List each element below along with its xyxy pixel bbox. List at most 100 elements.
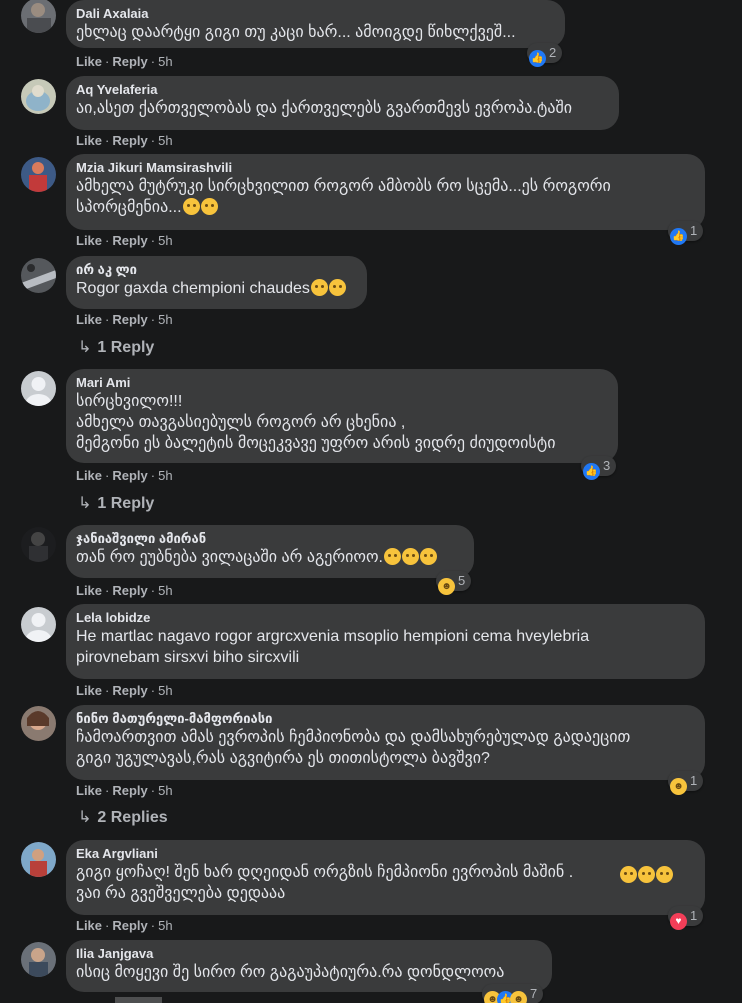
- timestamp[interactable]: 5h: [158, 783, 172, 798]
- separator: ·: [150, 468, 156, 483]
- comment-actions: Like · Reply · 5h: [76, 312, 173, 328]
- comment-text: თან რო ეუბნება ვილაცაში არ აგერიოო.: [76, 547, 464, 568]
- comment-bubble: Ilia Janjgava ისიც მოყევი შე სირო რო გაგ…: [66, 940, 552, 992]
- reaction-summary[interactable]: ☻ 1: [668, 771, 704, 795]
- reaction-summary[interactable]: ♥ 1: [668, 906, 704, 930]
- avatar[interactable]: [21, 157, 56, 192]
- like-button[interactable]: Like: [76, 312, 102, 327]
- like-button[interactable]: Like: [76, 468, 102, 483]
- comment-bubble: Mari Ami სირცხვილო!!! ამხელა თავგასიებულ…: [66, 369, 618, 463]
- view-replies-link[interactable]: ↳ 1 Reply: [78, 338, 154, 358]
- reply-button[interactable]: Reply: [112, 133, 147, 148]
- comment-text-content: ამხელა მუტრუკი სირცხვილით როგორ ამბობს რ…: [76, 178, 611, 216]
- avatar[interactable]: [21, 371, 56, 406]
- reply-button[interactable]: Reply: [112, 683, 147, 698]
- reply-button[interactable]: Reply: [112, 583, 147, 598]
- separator: ·: [105, 783, 110, 798]
- avatar[interactable]: [21, 258, 56, 293]
- comment-text: ჩამოართვით ამას ევროპის ჩემპიონობა და და…: [76, 729, 631, 767]
- timestamp[interactable]: 5h: [158, 54, 172, 69]
- comment-author[interactable]: Lela lobidze: [76, 609, 695, 626]
- comment-author[interactable]: Ilia Janjgava: [76, 945, 542, 962]
- reaction-summary[interactable]: 👍 1: [668, 221, 704, 245]
- reply-button[interactable]: Reply: [112, 312, 147, 327]
- like-button[interactable]: Like: [76, 683, 102, 698]
- like-button[interactable]: Like: [76, 918, 102, 933]
- reaction-count: 1: [690, 908, 698, 923]
- reply-button[interactable]: Reply: [112, 783, 147, 798]
- view-replies-link[interactable]: ↳ 2 Replies: [78, 808, 168, 828]
- reaction-summary[interactable]: 👍 3: [581, 456, 617, 480]
- separator: ·: [105, 583, 110, 598]
- comment-author[interactable]: Aq Yvelaferia: [76, 81, 609, 98]
- comment-bubble: Lela lobidze He martlac nagavo rogor arg…: [66, 604, 705, 679]
- comment-author[interactable]: Mari Ami: [76, 374, 608, 391]
- comment-author[interactable]: Mzia Jikuri Mamsirashvili: [76, 159, 695, 176]
- comment-text: გიგი ყოჩაღ! შენ ხარ დღეიდან ორგზის ჩემპი…: [76, 864, 574, 902]
- separator: ·: [105, 233, 110, 248]
- comment-text-content: Rogor gaxda chempioni chaudes: [76, 280, 310, 297]
- like-button[interactable]: Like: [76, 583, 102, 598]
- avatar[interactable]: [21, 79, 56, 114]
- reply-button[interactable]: Reply: [112, 468, 147, 483]
- comment-text: ამხელა მუტრუკი სირცხვილით როგორ ამბობს რ…: [76, 176, 695, 218]
- replies-count[interactable]: 1 Reply: [97, 339, 154, 356]
- comment-bubble: ნინო მათურელი-მამფორიასი ჩამოართვით ამას…: [66, 705, 705, 780]
- reaction-summary[interactable]: ☻ 👍 ☻ 7: [482, 984, 544, 1003]
- comment-author[interactable]: ნინო მათურელი-მამფორიასი: [76, 710, 695, 727]
- comment-text: He martlac nagavo rogor argrcxvenia msop…: [76, 628, 590, 666]
- avatar[interactable]: [21, 607, 56, 642]
- comment-text: სირცხვილო!!! ამხელა თავგასიებულს როგორ ა…: [76, 393, 556, 452]
- separator: ·: [105, 133, 110, 148]
- comment-text: ეხლაც დაარტყი გიგი თუ კაცი ხარ... ამოიგდ…: [76, 24, 516, 41]
- comment-author[interactable]: ირ აკ ლი: [76, 261, 357, 278]
- avatar[interactable]: [21, 842, 56, 877]
- haha-icon: ☻: [438, 578, 455, 595]
- comment-author[interactable]: Dali Axalaia: [76, 5, 555, 22]
- replies-count[interactable]: 2 Replies: [97, 809, 167, 826]
- timestamp[interactable]: 5h: [158, 468, 172, 483]
- separator: ·: [150, 312, 156, 327]
- like-button[interactable]: Like: [76, 54, 102, 69]
- avatar[interactable]: [21, 527, 56, 562]
- replies-count[interactable]: 1 Reply: [97, 495, 154, 512]
- timestamp[interactable]: 5h: [158, 133, 172, 148]
- like-button[interactable]: Like: [76, 133, 102, 148]
- reply-button[interactable]: Reply: [112, 233, 147, 248]
- separator: ·: [150, 133, 156, 148]
- separator: ·: [150, 583, 156, 598]
- timestamp[interactable]: 5h: [158, 918, 172, 933]
- timestamp[interactable]: 5h: [158, 312, 172, 327]
- timestamp[interactable]: 5h: [158, 683, 172, 698]
- emoji-group: [619, 866, 673, 885]
- astonished-emoji: [182, 198, 200, 215]
- separator: ·: [105, 918, 110, 933]
- comment-text: აი,ასეთ ქართველობას და ქართველებს გვართმ…: [76, 100, 572, 117]
- grinning-emoji: [638, 866, 655, 883]
- reply-button[interactable]: Reply: [112, 918, 147, 933]
- avatar[interactable]: [21, 706, 56, 741]
- separator: ·: [150, 683, 156, 698]
- reaction-summary[interactable]: ☻ 5: [436, 571, 472, 595]
- view-replies-link[interactable]: ↳ 1 Reply: [78, 494, 154, 514]
- comment-author[interactable]: Eka Argvliani: [76, 845, 695, 862]
- like-button[interactable]: Like: [76, 233, 102, 248]
- comment-author[interactable]: ჯანიაშვილი ამირან: [76, 530, 464, 547]
- separator: ·: [105, 468, 110, 483]
- timestamp[interactable]: 5h: [158, 583, 172, 598]
- separator: ·: [105, 683, 110, 698]
- like-button[interactable]: Like: [76, 783, 102, 798]
- comment-actions: Like · Reply · 5h: [76, 683, 173, 699]
- avatar[interactable]: [21, 0, 56, 33]
- avatar[interactable]: [21, 942, 56, 977]
- reply-button[interactable]: Reply: [112, 54, 147, 69]
- reaction-summary[interactable]: 👍 2: [527, 43, 563, 67]
- reply-arrow-icon: ↳: [78, 809, 92, 826]
- comment-actions: Like · Reply · 5h: [76, 783, 173, 799]
- comment-bubble: Eka Argvliani გიგი ყოჩაღ! შენ ხარ დღეიდა…: [66, 840, 705, 915]
- sweat-smile-emoji: [401, 548, 419, 565]
- horizontal-scrollbar-thumb[interactable]: [115, 997, 162, 1003]
- comment-actions: Like · Reply · 5h: [76, 583, 173, 599]
- timestamp[interactable]: 5h: [158, 233, 172, 248]
- comment-bubble: Dali Axalaia ეხლაც დაარტყი გიგი თუ კაცი …: [66, 0, 565, 48]
